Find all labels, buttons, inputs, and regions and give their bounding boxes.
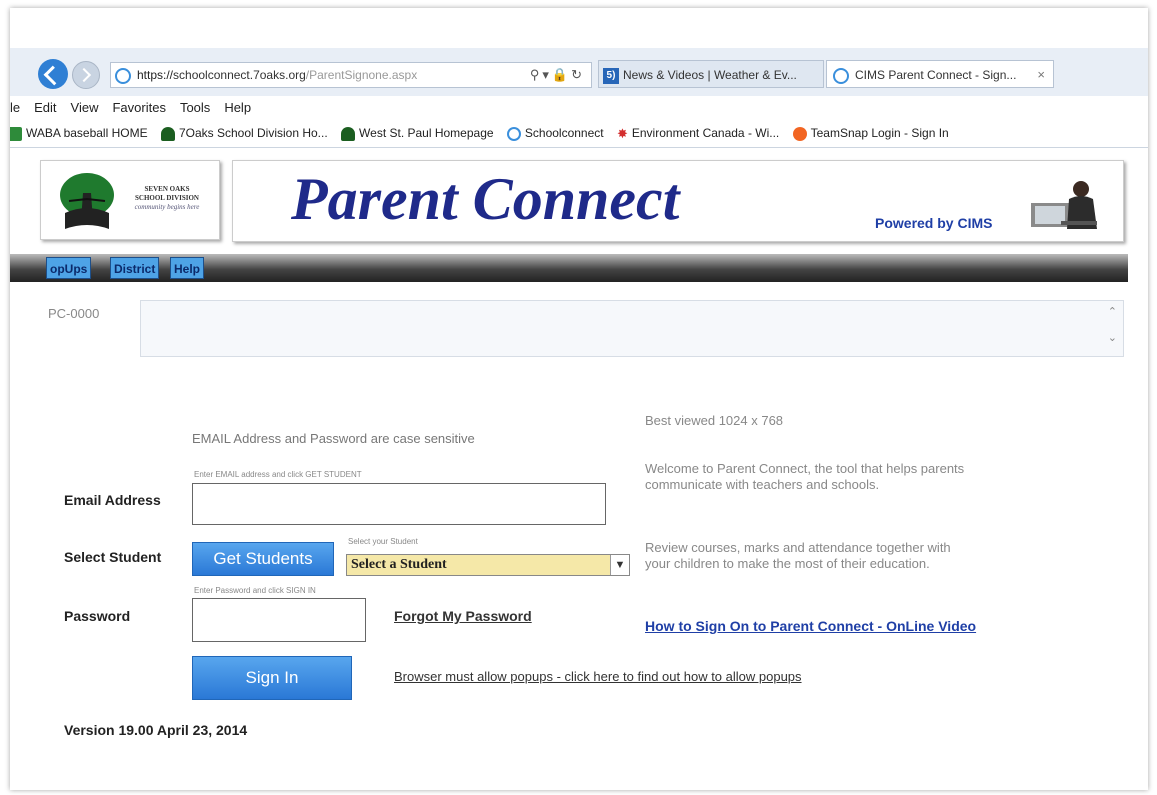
url-scheme: https://: [137, 68, 174, 82]
refresh-icon[interactable]: ↻: [571, 67, 585, 82]
toolbar-divider: [10, 147, 1148, 148]
email-label: Email Address: [64, 492, 161, 508]
favorite-teamsnap[interactable]: TeamSnap Login - Sign In: [792, 120, 949, 146]
welcome-text: Welcome to Parent Connect, the tool that…: [645, 461, 965, 492]
menu-help[interactable]: Help: [224, 100, 251, 115]
chevron-down-icon[interactable]: ▼: [610, 555, 629, 575]
nav-district[interactable]: District: [110, 257, 160, 279]
powered-by: Powered by CIMS: [875, 215, 993, 231]
menu-tools[interactable]: Tools: [180, 100, 210, 115]
student-select[interactable]: Select a Student ▼: [346, 554, 630, 576]
sign-in-button[interactable]: Sign In: [192, 656, 352, 700]
favorite-west-st-paul[interactable]: West St. Paul Homepage: [341, 120, 494, 146]
school-name-line2: SCHOOL DIVISION: [135, 194, 199, 202]
tab-news[interactable]: 5) News & Videos | Weather & Ev...: [598, 60, 824, 88]
lock-icon: 🔒: [551, 67, 572, 82]
favorite-label: Environment Canada - Wi...: [631, 126, 780, 140]
favorite-7oaks[interactable]: 7Oaks School Division Ho...: [160, 120, 328, 146]
close-icon[interactable]: ×: [1037, 61, 1045, 87]
email-field[interactable]: [192, 483, 606, 525]
menu-edit[interactable]: Edit: [34, 100, 56, 115]
ie-icon: [506, 126, 521, 141]
school-name-line1: SEVEN OAKS: [144, 185, 190, 193]
scroll-up-icon[interactable]: ⌃: [1108, 305, 1117, 318]
tab-label: CIMS Parent Connect - Sign...: [855, 68, 1017, 82]
menu-file[interactable]: le: [10, 100, 20, 115]
news-site-icon: 5): [603, 67, 619, 84]
case-sensitive-note: EMAIL Address and Password are case sens…: [192, 431, 475, 446]
address-tools[interactable]: ⚲▾🔒↻: [530, 63, 585, 87]
school-tagline: community begins here: [134, 203, 200, 211]
waba-icon: [10, 126, 22, 141]
address-bar[interactable]: https://schoolconnect.7oaks.org/ParentSi…: [110, 62, 592, 88]
nav-bar: opUps District Help: [10, 254, 1128, 282]
ie-icon: [833, 67, 849, 84]
student-select-value: Select a Student: [351, 557, 447, 572]
message-box[interactable]: ⌃ ⌄: [140, 300, 1124, 357]
select-student-label: Select Student: [64, 549, 162, 565]
favorites-bar: WABA baseball HOME 7Oaks School Division…: [10, 120, 1148, 146]
back-arrow-icon[interactable]: [38, 59, 68, 89]
menu-bar: le Edit View Favorites Tools Help: [10, 96, 1148, 120]
favorite-label: West St. Paul Homepage: [359, 126, 494, 140]
menu-favorites[interactable]: Favorites: [112, 100, 165, 115]
menu-view[interactable]: View: [71, 100, 99, 115]
school-logo[interactable]: SEVEN OAKS SCHOOL DIVISION community beg…: [40, 160, 220, 240]
forward-arrow-icon[interactable]: [72, 61, 100, 89]
password-hint: Enter Password and click SIGN IN: [194, 586, 316, 595]
password-label: Password: [64, 608, 131, 624]
favorite-label: WABA baseball HOME: [26, 126, 148, 140]
maple-leaf-icon: ✸: [616, 125, 628, 141]
nav-help[interactable]: Help: [170, 257, 205, 279]
computer-user-icon: [1023, 173, 1103, 231]
ie-icon: [115, 67, 131, 84]
select-student-hint: Select your Student: [348, 537, 418, 546]
oak-tree-icon: [60, 173, 114, 229]
url-path: /ParentSignone.aspx: [305, 68, 418, 82]
password-field[interactable]: [192, 598, 366, 642]
review-text: Review courses, marks and attendance tog…: [645, 540, 951, 571]
page-title: Parent Connect: [291, 166, 680, 232]
tree-icon: [341, 126, 356, 141]
tab-label: News & Videos | Weather & Ev...: [623, 68, 797, 82]
scroll-down-icon[interactable]: ⌄: [1108, 331, 1117, 344]
best-viewed-note: Best viewed 1024 x 768: [645, 413, 784, 428]
get-students-button[interactable]: Get Students: [192, 542, 334, 576]
favorite-environment-canada[interactable]: ✸ Environment Canada - Wi...: [617, 120, 779, 146]
screenshot-frame: https://schoolconnect.7oaks.org/ParentSi…: [10, 8, 1148, 790]
tab-parent-connect[interactable]: CIMS Parent Connect - Sign... ×: [826, 60, 1054, 88]
email-hint: Enter EMAIL address and click GET STUDEN…: [194, 470, 362, 479]
favorite-label: 7Oaks School Division Ho...: [178, 126, 328, 140]
search-icon[interactable]: ⚲: [530, 67, 543, 82]
url-host: schoolconnect.7oaks.org: [173, 68, 306, 82]
favorite-label: TeamSnap Login - Sign In: [810, 126, 949, 140]
message-code: PC-0000: [48, 306, 100, 321]
favorite-waba[interactable]: WABA baseball HOME: [10, 120, 148, 146]
forgot-password-link[interactable]: Forgot My Password: [394, 608, 532, 624]
popup-help-link[interactable]: Browser must allow popups - click here t…: [394, 669, 802, 684]
favorite-schoolconnect[interactable]: Schoolconnect: [506, 120, 604, 146]
favorite-label: Schoolconnect: [524, 126, 604, 140]
version-text: Version 19.00 April 23, 2014: [64, 722, 248, 738]
video-link[interactable]: How to Sign On to Parent Connect - OnLin…: [645, 618, 976, 634]
nav-popups[interactable]: opUps: [46, 257, 92, 279]
school-name: SEVEN OAKS SCHOOL DIVISION community beg…: [119, 185, 215, 212]
header-banner: Parent Connect Powered by CIMS: [232, 160, 1124, 242]
tree-icon: [160, 126, 175, 141]
teamsnap-icon: [792, 126, 807, 141]
